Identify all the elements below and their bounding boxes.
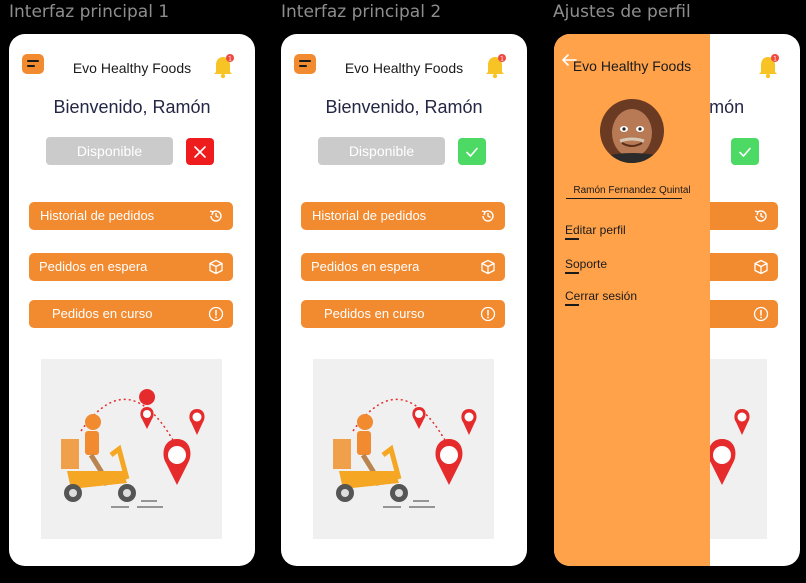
profile-drawer: Evo Healthy Foods Ramón Fernandez Quinta…	[554, 34, 710, 566]
box-icon	[209, 259, 223, 275]
current-orders-button[interactable]: Pedidos en curso	[301, 300, 505, 328]
pending-orders-label: Pedidos en espera	[311, 259, 420, 274]
svg-text:1: 1	[500, 56, 504, 63]
available-label: Disponible	[318, 137, 445, 165]
pending-orders-label: Pedidos en espera	[39, 259, 148, 274]
order-history-label: Historial de pedidos	[40, 208, 155, 223]
current-orders-label: Pedidos en curso	[52, 306, 153, 321]
order-history-button[interactable]: Historial de pedidos	[29, 202, 233, 230]
history-icon	[209, 210, 222, 222]
history-icon	[481, 210, 494, 222]
available-label: Disponible	[46, 137, 173, 165]
welcome-heading: Bienvenido, Ramón	[53, 97, 211, 117]
frame-title-1: Interfaz principal 1	[9, 2, 170, 22]
current-orders-label: Pedidos en curso	[324, 306, 425, 321]
box-icon	[754, 259, 768, 275]
pending-orders-button[interactable]: Pedidos en espera	[29, 253, 233, 281]
current-orders-button[interactable]: Pedidos en curso	[29, 300, 233, 328]
box-icon	[481, 259, 495, 275]
delivery-illustration	[313, 359, 494, 539]
phone-screen-1: Evo Healthy Foods 1 Bienvenido, Ramón Di…	[9, 34, 255, 566]
frame-title-2: Interfaz principal 2	[281, 2, 442, 22]
check-icon	[739, 147, 751, 157]
edit-profile-link[interactable]: Editar perfil	[565, 223, 626, 240]
pending-orders-button[interactable]: Pedidos en espera	[301, 253, 505, 281]
support-label: Soporte	[565, 257, 608, 271]
logout-label: Cerrar sesión	[565, 289, 638, 303]
welcome-heading: Bienvenido, Ramón	[325, 97, 483, 117]
logout-link[interactable]: Cerrar sesión	[565, 289, 638, 306]
availability-toggle-off[interactable]	[186, 138, 214, 165]
bell-icon[interactable]: 1	[756, 53, 780, 79]
avatar	[600, 99, 664, 163]
close-icon	[194, 146, 206, 158]
order-history-label: Historial de pedidos	[312, 208, 427, 223]
app-brand: Evo Healthy Foods	[572, 58, 692, 74]
edit-profile-label: Editar perfil	[565, 223, 626, 237]
alert-circle-icon	[480, 306, 496, 322]
alert-circle-icon	[753, 306, 769, 322]
delivery-illustration	[41, 359, 222, 539]
user-name: Ramón Fernandez Quintal	[573, 185, 691, 196]
support-link[interactable]: Soporte	[565, 257, 608, 274]
user-name-underline	[566, 198, 682, 199]
history-icon	[754, 210, 767, 222]
availability-toggle-on[interactable]	[458, 138, 486, 165]
svg-text:1: 1	[773, 56, 777, 63]
order-history-button[interactable]: Historial de pedidos	[301, 202, 505, 230]
bell-icon[interactable]: 1	[211, 53, 235, 79]
svg-text:1: 1	[228, 56, 232, 63]
bell-icon[interactable]: 1	[483, 53, 507, 79]
frame-title-3: Ajustes de perfil	[553, 2, 691, 22]
check-icon	[466, 147, 478, 157]
phone-screen-2: Evo Healthy Foods 1 Bienvenido, Ramón Di…	[281, 34, 527, 566]
alert-circle-icon	[208, 306, 224, 322]
availability-toggle-on[interactable]	[731, 138, 759, 165]
